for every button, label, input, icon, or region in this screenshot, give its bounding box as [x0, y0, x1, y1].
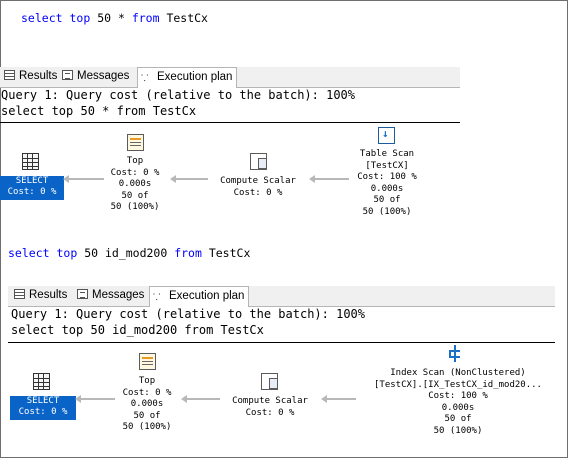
select-node-selected[interactable]: SELECT Cost: 0 %: [10, 396, 76, 420]
table-scan-node[interactable]: Table Scan [TestCX] Cost: 100 % 0.000s 5…: [345, 149, 429, 218]
sql-editor-line-1[interactable]: select top 50 * from TestCx: [21, 11, 208, 25]
sql-keyword: select: [21, 11, 63, 25]
tab-results[interactable]: Results: [1, 67, 61, 86]
tab-messages[interactable]: Messages: [74, 286, 148, 305]
top-icon[interactable]: [127, 134, 144, 151]
plan-arrow: [75, 395, 115, 403]
sql-keyword: top: [56, 246, 78, 260]
tab-execution-plan[interactable]: ⸪ Execution plan: [149, 286, 250, 307]
plan-arrow: [321, 395, 356, 403]
results-tab-bar: Results Messages ⸪ Execution plan: [8, 286, 555, 307]
plan-arrow: [170, 175, 208, 183]
plan-header-query: select top 50 id_mod200 from TestCx: [11, 323, 264, 337]
compute-scalar-icon[interactable]: [261, 373, 278, 390]
index-scan-icon[interactable]: [447, 345, 464, 362]
sql-keyword: from: [131, 11, 160, 25]
divider: [0, 122, 460, 123]
plan-arrow: [181, 395, 220, 403]
grid-icon: [4, 70, 15, 80]
tab-results[interactable]: Results: [11, 286, 71, 305]
sql-keyword: from: [174, 246, 202, 260]
sql-editor-line-2[interactable]: select top 50 id_mod200 from TestCx: [8, 246, 250, 260]
select-node-selected[interactable]: SELECT Cost: 0 %: [0, 176, 64, 200]
plan-arrow: [309, 175, 349, 183]
top-node[interactable]: Top Cost: 0 % 0.000s 50 of 50 (100%): [112, 376, 182, 434]
sql-text: TestCx: [201, 246, 251, 260]
plan-header-query: select top 50 * from TestCx: [1, 104, 197, 118]
messages-icon: [77, 289, 88, 299]
table-scan-icon[interactable]: [378, 127, 395, 144]
plan-header-cost: Query 1: Query cost (relative to the bat…: [11, 307, 366, 321]
compute-scalar-icon[interactable]: [250, 153, 267, 170]
results-tab-bar: Results Messages ⸪ Execution plan: [0, 67, 460, 88]
divider: [8, 342, 555, 343]
grid-icon: [14, 289, 25, 299]
tab-messages[interactable]: Messages: [59, 67, 133, 86]
messages-icon: [62, 70, 73, 80]
sql-text: 50 *: [90, 11, 132, 25]
select-icon[interactable]: [33, 373, 50, 390]
sql-text: 50 id_mod200: [77, 246, 175, 260]
compute-scalar-node[interactable]: Compute Scalar Cost: 0 %: [218, 396, 322, 419]
index-scan-node[interactable]: Index Scan (NonClustered) [TestCX].[IX_T…: [360, 368, 556, 437]
sql-keyword: top: [69, 11, 91, 25]
plan-arrow: [63, 175, 104, 183]
top-icon[interactable]: [139, 353, 156, 370]
execution-plan-icon: ⸪: [153, 292, 161, 302]
sql-text: TestCx: [159, 11, 208, 25]
tab-execution-plan[interactable]: ⸪ Execution plan: [137, 67, 238, 88]
execution-plan-icon: ⸪: [141, 73, 149, 83]
select-icon[interactable]: [22, 153, 39, 170]
plan-header-cost: Query 1: Query cost (relative to the bat…: [1, 88, 356, 102]
sql-keyword: select: [8, 246, 50, 260]
compute-scalar-node[interactable]: Compute Scalar Cost: 0 %: [206, 176, 310, 199]
top-node[interactable]: Top Cost: 0 % 0.000s 50 of 50 (100%): [100, 156, 170, 214]
